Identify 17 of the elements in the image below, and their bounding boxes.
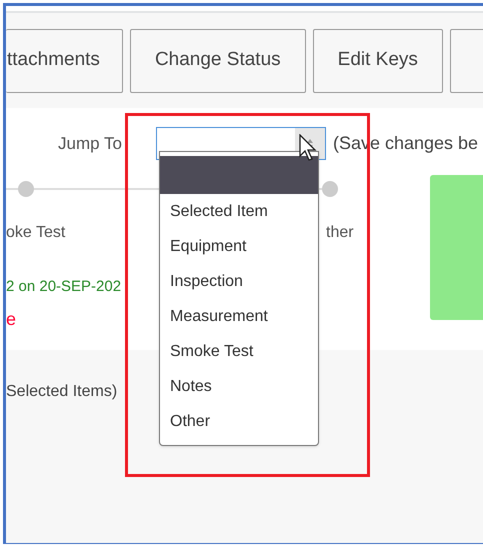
dropdown-option[interactable]: Measurement [160, 299, 318, 334]
toolbar-button[interactable] [450, 28, 483, 92]
status-link[interactable]: e [6, 306, 16, 333]
dropdown-option[interactable]: Smoke Test [160, 334, 318, 369]
selected-items-text: Selected Items) [6, 382, 118, 402]
status-text: 2 on 20-SEP-202 [6, 277, 122, 297]
jump-to-label: Jump To [58, 132, 122, 155]
toolbar-button[interactable]: Edit Keys [312, 28, 443, 92]
toolbar-button[interactable]: Change Status [130, 28, 306, 92]
dropdown-option[interactable]: Selected Item [160, 194, 318, 229]
dropdown-option[interactable]: Notes [160, 369, 318, 404]
dropdown-option[interactable]: Inspection [160, 264, 318, 299]
dropdown-option[interactable]: Equipment [160, 229, 318, 264]
toolbar-button[interactable]: ttachments [6, 28, 123, 92]
dropdown-option[interactable]: Other [160, 404, 318, 439]
step-label: ther [326, 223, 354, 243]
step-label: oke Test [6, 223, 66, 243]
